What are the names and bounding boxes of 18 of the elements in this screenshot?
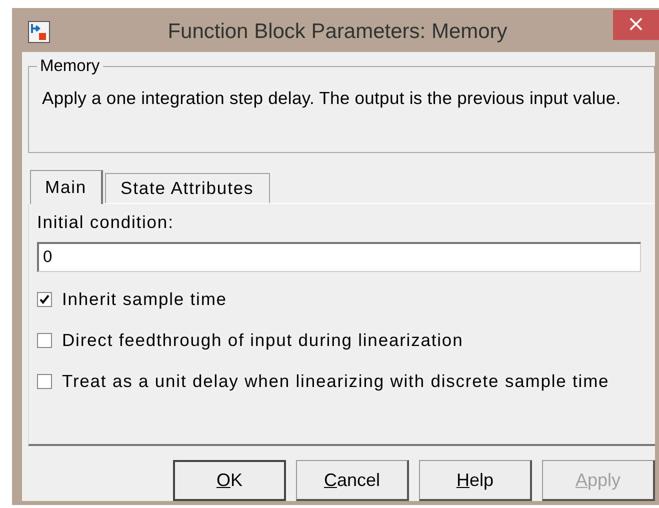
tab[interactable]: Main [30,170,103,204]
tab[interactable]: State Attributes [104,173,270,203]
parameter-label: Initial condition: [37,212,175,233]
checkbox[interactable] [37,374,52,388]
window-title: Function Block Parameters: Memory [166,20,508,44]
close-button[interactable]: × [613,10,659,40]
checkbox-label: Direct feedthrough of input during linearization [62,330,464,350]
dialog-button[interactable]: Cancel [296,460,409,501]
dialog-button[interactable]: Help [419,460,532,501]
dialog-button[interactable]: OK [173,460,286,501]
group-title: Memory [37,57,103,76]
checkbox-label: Inherit sample time [62,288,227,310]
block-icon [28,21,50,43]
input-field[interactable]: 0 [37,242,641,272]
description-text: Apply a one integration step delay. The output is the previous input value. [42,87,622,110]
checkbox[interactable] [37,332,52,348]
checkbox[interactable] [37,292,52,306]
checkbox-label: Treat as a unit delay when linearizing with discrete sample time [62,370,610,392]
